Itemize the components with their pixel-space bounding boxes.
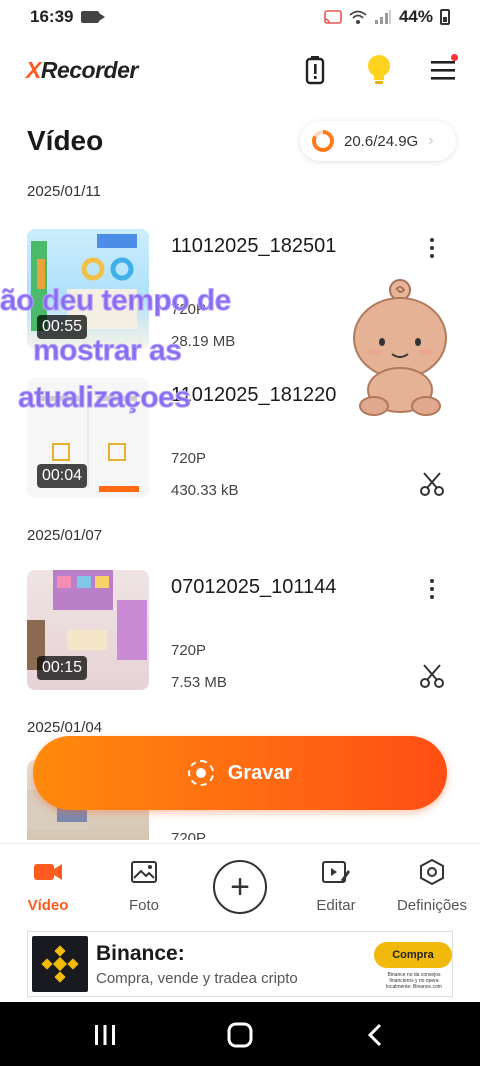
nav-item-edit[interactable]: Editar bbox=[291, 844, 381, 926]
back-icon[interactable] bbox=[360, 1020, 390, 1050]
date-header: 2025/01/11 bbox=[27, 183, 101, 200]
overlay-caption-line-3: atualizaçoes bbox=[17, 381, 191, 415]
date-header: 2025/01/04 bbox=[27, 719, 103, 736]
page-title: Vídeo bbox=[27, 125, 104, 156]
recents-icon[interactable] bbox=[90, 1020, 120, 1050]
binance-logo-icon bbox=[32, 936, 88, 992]
video-duration: 00:04 bbox=[37, 464, 88, 488]
date-header: 2025/01/07 bbox=[27, 527, 103, 544]
video-thumbnail[interactable]: 00:15 bbox=[27, 570, 149, 690]
nav-label: Vídeo bbox=[27, 897, 69, 914]
screen-record-status-icon bbox=[81, 11, 106, 23]
scissors-icon[interactable] bbox=[418, 470, 446, 498]
video-resolution: 720P bbox=[171, 830, 207, 840]
notification-dot bbox=[451, 54, 458, 61]
record-icon bbox=[187, 760, 214, 786]
video-size: 7.53 MB bbox=[171, 674, 227, 691]
ad-cta-button[interactable]: Compra bbox=[374, 942, 452, 968]
battery-saver-icon[interactable] bbox=[298, 52, 332, 88]
list-item[interactable]: 00:15 07012025_101144 720P 7.53 MB bbox=[0, 570, 480, 695]
baby-sticker-image bbox=[353, 279, 447, 416]
nav-label: Definições bbox=[396, 897, 468, 914]
more-options-icon[interactable] bbox=[420, 235, 444, 261]
battery-percent: 44% bbox=[398, 7, 433, 26]
battery-icon bbox=[440, 9, 450, 25]
scissors-icon[interactable] bbox=[418, 662, 446, 690]
video-camera-icon bbox=[34, 864, 62, 880]
status-bar: 16:39 44% bbox=[0, 0, 480, 34]
video-name: 07012025_101144 bbox=[171, 576, 337, 598]
nav-label: Editar bbox=[316, 897, 356, 914]
ad-fine-print: Binance no da consejos financieros y no … bbox=[386, 972, 442, 990]
video-duration: 00:15 bbox=[37, 656, 88, 680]
wifi-icon bbox=[349, 10, 367, 24]
status-icons: 44% bbox=[324, 7, 450, 27]
signal-icon bbox=[374, 10, 391, 24]
chevron-right-icon: › bbox=[428, 132, 434, 149]
overlay-caption-line-1: ão deu tempo de bbox=[0, 284, 232, 318]
video-resolution: 720P bbox=[171, 642, 207, 659]
ad-title: Binance: bbox=[96, 942, 185, 965]
record-label: Gravar bbox=[227, 761, 293, 784]
lightbulb-icon[interactable] bbox=[362, 52, 396, 88]
app-logo: XRecorder bbox=[26, 57, 138, 83]
app-screen: 16:39 44% XRecorder Vídeo 20.6/24.9G › 2 bbox=[0, 0, 480, 1066]
record-button[interactable]: Gravar bbox=[33, 736, 447, 810]
cast-icon bbox=[324, 10, 342, 24]
add-button[interactable]: + bbox=[213, 860, 267, 914]
home-icon[interactable] bbox=[225, 1020, 255, 1050]
storage-indicator[interactable]: 20.6/24.9G › bbox=[300, 121, 456, 161]
storage-text: 20.6/24.9G bbox=[344, 132, 419, 150]
nav-item-photo[interactable]: Foto bbox=[99, 844, 189, 926]
settings-hexagon-icon bbox=[420, 858, 444, 886]
more-options-icon[interactable] bbox=[420, 576, 444, 602]
system-nav-bar bbox=[0, 1002, 480, 1066]
video-resolution: 720P bbox=[171, 450, 207, 467]
ad-description: Compra, vende y tradea cripto bbox=[96, 970, 298, 987]
video-name: 11012025_182501 bbox=[171, 235, 337, 257]
video-size: 430.33 kB bbox=[171, 482, 239, 499]
nav-item-settings[interactable]: Definições bbox=[387, 844, 477, 926]
app-header: XRecorder bbox=[0, 44, 480, 96]
bottom-nav: Vídeo Foto + Editar Definições bbox=[0, 843, 480, 925]
edit-video-icon bbox=[322, 861, 350, 883]
menu-icon[interactable] bbox=[426, 52, 460, 88]
storage-ring-icon bbox=[312, 130, 334, 152]
image-icon bbox=[131, 861, 157, 883]
overlay-caption-line-2: mostrar as bbox=[32, 334, 182, 368]
status-time: 16:39 bbox=[30, 7, 74, 26]
ad-banner[interactable]: Binance: Compra, vende y tradea cripto C… bbox=[27, 931, 453, 997]
nav-label: Foto bbox=[128, 897, 159, 914]
nav-item-video[interactable]: Vídeo bbox=[3, 844, 93, 926]
video-name: 11012025_181220 bbox=[171, 384, 337, 406]
